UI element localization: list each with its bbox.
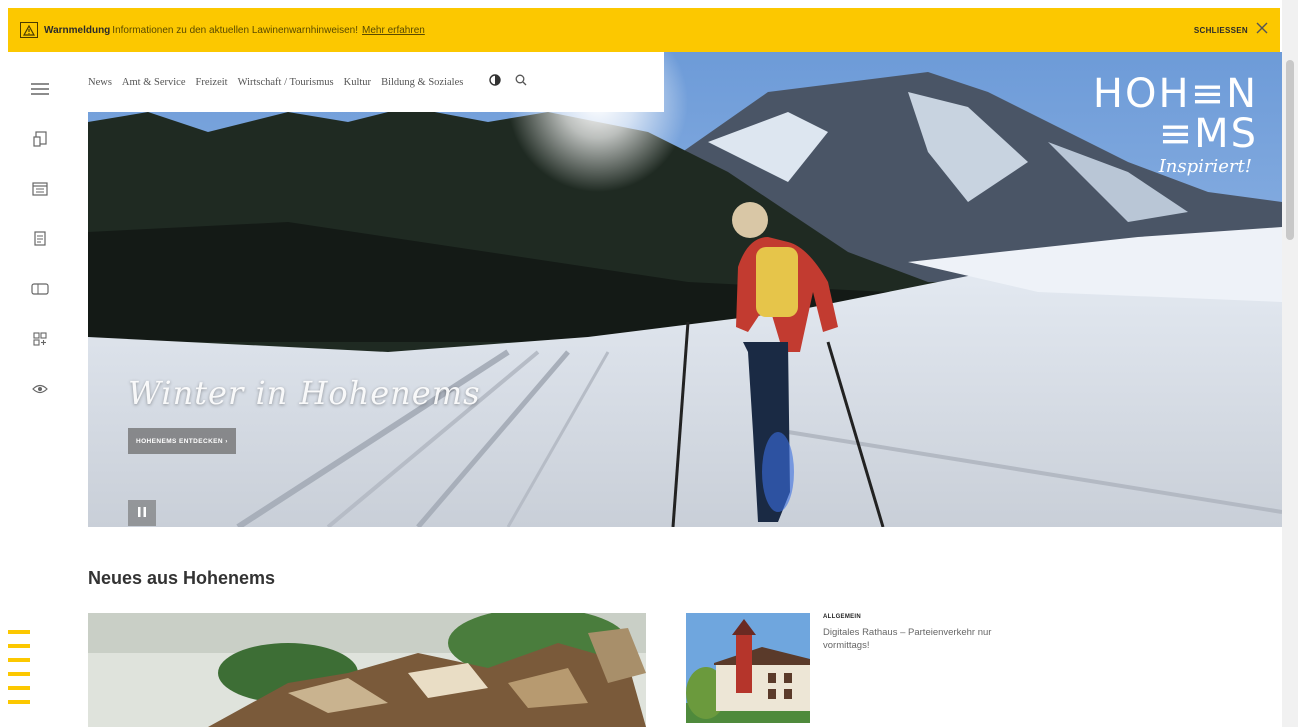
main-nav: News Amt & Service Freizeit Wirtschaft /… — [88, 52, 664, 112]
pause-icon — [138, 504, 146, 522]
nav-wirtschaft-tourismus[interactable]: Wirtschaft / Tourismus — [238, 77, 334, 88]
nav-news[interactable]: News — [88, 77, 112, 88]
calendar-icon[interactable] — [18, 164, 62, 214]
nav-freizeit[interactable]: Freizeit — [196, 77, 228, 88]
news-main-image[interactable] — [88, 613, 646, 727]
nav-icons — [489, 73, 527, 91]
scrollbar-thumb[interactable] — [1286, 60, 1294, 240]
warning-title: Warnmeldung — [44, 24, 111, 36]
news-side-image[interactable] — [686, 613, 810, 723]
search-icon[interactable] — [515, 73, 527, 91]
warning-banner: Warnmeldung Informationen zu den aktuell… — [0, 0, 1298, 52]
yellow-bar — [8, 686, 30, 690]
warning-more-link[interactable]: Mehr erfahren — [362, 25, 425, 36]
document-icon[interactable] — [18, 114, 62, 164]
yellow-bar — [8, 658, 30, 662]
close-icon — [1256, 21, 1268, 39]
nav-kultur[interactable]: Kultur — [344, 77, 371, 88]
apps-icon[interactable] — [18, 314, 62, 364]
yellow-bar — [8, 672, 30, 676]
yellow-bar — [8, 644, 30, 648]
close-banner-button[interactable]: SCHLIESSEN — [1194, 21, 1268, 39]
yellow-bar — [8, 630, 30, 634]
eye-icon[interactable] — [18, 364, 62, 414]
close-label: SCHLIESSEN — [1193, 25, 1248, 35]
warning-icon — [20, 22, 38, 38]
nav-amt-service[interactable]: Amt & Service — [122, 77, 186, 88]
contrast-icon[interactable] — [489, 73, 502, 91]
logo-line2: ≡MS — [1158, 111, 1258, 157]
warning-banner-bar: Warnmeldung Informationen zu den aktuell… — [8, 8, 1280, 52]
left-sidebar — [18, 64, 62, 414]
logo-tagline: Inspiriert! — [1158, 156, 1252, 177]
pause-button[interactable] — [128, 500, 156, 526]
hero-title: Winter in Hohenems — [128, 374, 481, 412]
news-side-title[interactable]: Digitales Rathaus – Parteienverkehr nur … — [823, 626, 1033, 652]
ticket-icon[interactable] — [18, 264, 62, 314]
yellow-side-marker — [8, 630, 32, 714]
yellow-bar — [8, 700, 30, 704]
news-heading: Neues aus Hohenems — [88, 568, 276, 588]
logo-line1: HOH≡N — [1092, 71, 1258, 117]
hero-discover-button[interactable]: HOHENEMS ENTDECKEN › — [128, 428, 236, 454]
forms-icon[interactable] — [18, 214, 62, 264]
site-logo[interactable]: HOH≡N ≡MS Inspiriert! — [1078, 74, 1258, 177]
nav-bildung-soziales[interactable]: Bildung & Soziales — [381, 77, 463, 88]
news-side-category: ALLGEMEIN — [823, 614, 862, 620]
hero-slider: News Amt & Service Freizeit Wirtschaft /… — [88, 52, 1282, 527]
page-scrollbar[interactable] — [1282, 0, 1298, 727]
warning-text: Informationen zu den aktuellen Lawinenwa… — [112, 24, 359, 36]
menu-icon[interactable] — [18, 64, 62, 114]
